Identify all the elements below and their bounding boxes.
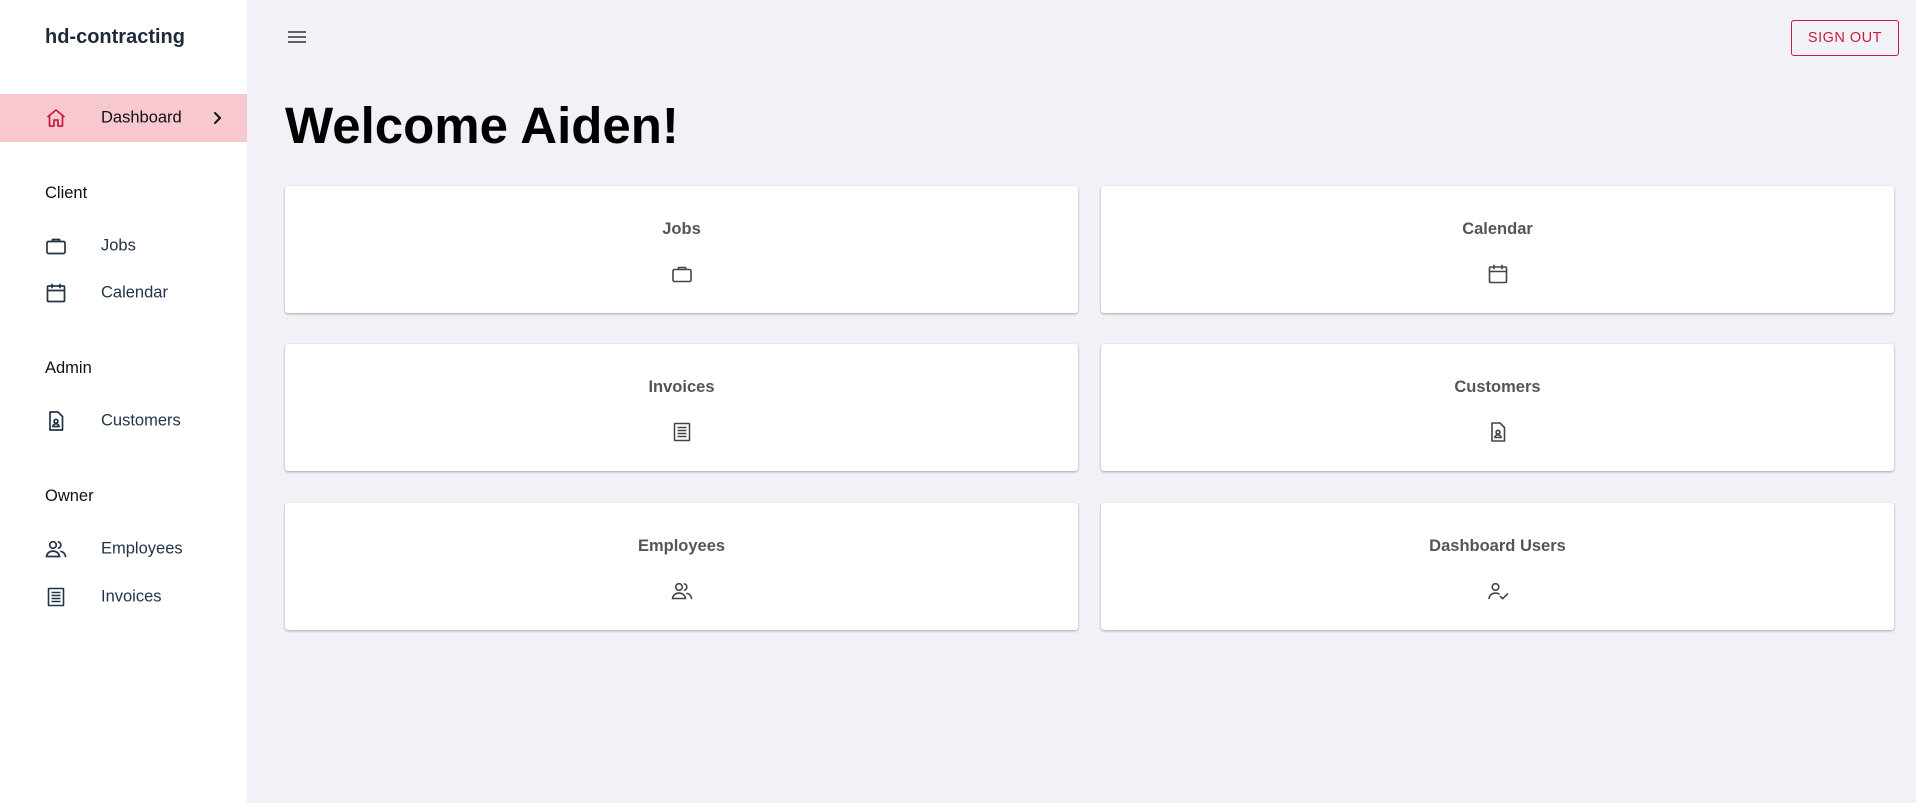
people-icon — [44, 537, 68, 561]
sidebar-item-calendar[interactable]: Calendar — [0, 269, 247, 317]
main-content: SIGN OUT Welcome Aiden! Jobs Calendar In… — [247, 0, 1916, 803]
card-title: Customers — [1454, 378, 1541, 396]
people-icon — [670, 579, 694, 603]
sign-out-button[interactable]: SIGN OUT — [1790, 20, 1899, 56]
sidebar-item-customers[interactable]: Customers — [0, 397, 247, 445]
card-title: Invoices — [648, 378, 715, 396]
card-title: Calendar — [1462, 220, 1533, 238]
sidebar-item-label: Calendar — [101, 283, 168, 302]
card-title: Dashboard Users — [1429, 537, 1566, 555]
sidebar-item-label: Customers — [101, 411, 181, 430]
sidebar-item-label: Jobs — [101, 236, 136, 255]
brand-logo: hd-contracting — [45, 26, 185, 48]
chevron-right-icon — [207, 108, 227, 128]
section-title-owner: Owner — [45, 487, 94, 505]
card-title: Jobs — [662, 220, 701, 238]
sidebar-item-jobs[interactable]: Jobs — [0, 222, 247, 270]
card-invoices[interactable]: Invoices — [285, 344, 1078, 471]
contact-document-icon — [44, 409, 68, 433]
briefcase-icon — [44, 234, 68, 258]
card-jobs[interactable]: Jobs — [285, 186, 1078, 313]
sidebar-item-label: Dashboard — [101, 108, 182, 127]
list-document-icon — [44, 585, 68, 609]
briefcase-icon — [670, 262, 694, 286]
sidebar-item-employees[interactable]: Employees — [0, 525, 247, 573]
card-employees[interactable]: Employees — [285, 503, 1078, 630]
contact-document-icon — [1486, 420, 1510, 444]
hamburger-menu-icon[interactable] — [285, 25, 309, 49]
home-icon — [44, 106, 68, 130]
sidebar-item-label: Employees — [101, 539, 183, 558]
sidebar-item-invoices[interactable]: Invoices — [0, 573, 247, 621]
card-dashboard-users[interactable]: Dashboard Users — [1101, 503, 1894, 630]
section-title-admin: Admin — [45, 359, 92, 377]
sidebar-item-label: Invoices — [101, 587, 162, 606]
sidebar-item-dashboard[interactable]: Dashboard — [0, 94, 247, 142]
calendar-icon — [44, 281, 68, 305]
page-title: Welcome Aiden! — [285, 97, 679, 154]
card-title: Employees — [637, 537, 726, 555]
sidebar: hd-contracting Dashboard Client Jobs Cal… — [0, 0, 247, 803]
card-calendar[interactable]: Calendar — [1101, 186, 1894, 313]
list-document-icon — [670, 420, 694, 444]
card-customers[interactable]: Customers — [1101, 344, 1894, 471]
section-title-client: Client — [45, 184, 88, 202]
user-check-icon — [1486, 579, 1510, 603]
calendar-icon — [1486, 262, 1510, 286]
